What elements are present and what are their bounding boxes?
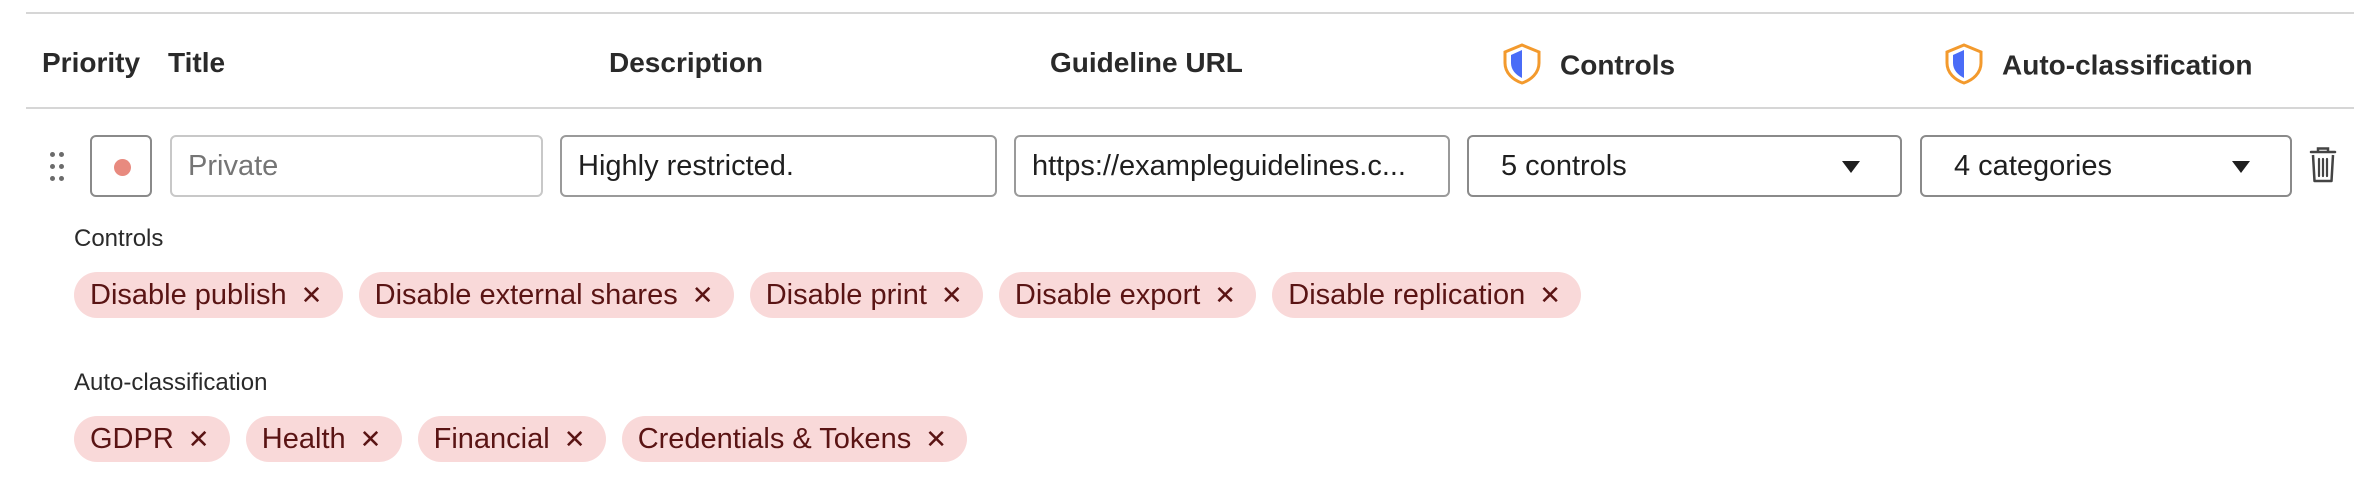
close-icon[interactable]: ✕ xyxy=(301,272,323,318)
column-header-auto-classification: Auto-classification xyxy=(1944,43,2253,88)
auto-classification-section-label: Auto-classification xyxy=(74,369,268,396)
close-icon[interactable]: ✕ xyxy=(692,272,714,318)
control-chip: Disable export ✕ xyxy=(998,272,1257,318)
category-chip: Health ✕ xyxy=(245,416,402,462)
category-chip: Credentials & Tokens ✕ xyxy=(621,416,968,462)
column-header-controls: Controls xyxy=(1502,43,1676,88)
title-input[interactable] xyxy=(170,135,543,197)
chip-label: Disable export xyxy=(1014,279,1201,311)
header-divider xyxy=(26,107,2354,109)
controls-select[interactable]: 5 controls xyxy=(1467,135,1902,197)
priority-dot xyxy=(114,159,131,176)
auto-classification-select[interactable]: 4 categories xyxy=(1920,135,2292,197)
close-icon[interactable]: ✕ xyxy=(360,416,382,462)
top-divider xyxy=(26,12,2354,14)
category-chip: GDPR ✕ xyxy=(74,416,230,462)
chip-label: Disable replication xyxy=(1288,279,1526,311)
close-icon[interactable]: ✕ xyxy=(1539,272,1561,318)
auto-classification-chip-list: GDPR ✕ Health ✕ Financial ✕ Credentials & T… xyxy=(74,416,968,462)
column-header-priority: Priority xyxy=(42,47,141,78)
controls-chip-list: Disable publish ✕ Disable external shares… xyxy=(74,272,1582,318)
close-icon[interactable]: ✕ xyxy=(564,416,586,462)
chip-label: Financial xyxy=(433,423,550,455)
shield-icon xyxy=(1945,43,1983,85)
close-icon[interactable]: ✕ xyxy=(188,416,210,462)
description-input[interactable]: Highly restricted. xyxy=(560,135,997,197)
caret-down-icon xyxy=(2232,161,2250,173)
control-chip: Disable replication ✕ xyxy=(1272,272,1582,318)
category-chip: Financial ✕ xyxy=(417,416,606,462)
close-icon[interactable]: ✕ xyxy=(941,272,963,318)
control-chip: Disable external shares ✕ xyxy=(358,272,734,318)
controls-select-value: 5 controls xyxy=(1501,150,1627,182)
auto-classification-header-label: Auto-classification xyxy=(2002,49,2253,81)
chip-label: GDPR xyxy=(90,423,174,455)
chip-label: Disable print xyxy=(765,279,927,311)
auto-select-value: 4 categories xyxy=(1954,150,2112,182)
close-icon[interactable]: ✕ xyxy=(925,416,947,462)
control-chip: Disable print ✕ xyxy=(749,272,983,318)
column-header-title: Title xyxy=(168,47,226,78)
chip-label: Health xyxy=(261,423,346,455)
chip-label: Disable publish xyxy=(90,279,287,311)
chip-label: Disable external shares xyxy=(374,279,678,311)
shield-icon xyxy=(1503,43,1541,85)
trash-icon[interactable] xyxy=(2308,146,2338,184)
control-chip: Disable publish ✕ xyxy=(74,272,343,318)
controls-header-label: Controls xyxy=(1560,49,1676,81)
guideline-url-input[interactable]: https://exampleguidelines.c... xyxy=(1014,135,1450,197)
column-header-guideline-url: Guideline URL xyxy=(1050,47,1243,78)
drag-handle-icon[interactable] xyxy=(48,150,66,184)
caret-down-icon xyxy=(1842,161,1860,173)
chip-label: Credentials & Tokens xyxy=(637,423,912,455)
controls-section-label: Controls xyxy=(74,225,164,252)
priority-color-button[interactable] xyxy=(90,135,152,197)
close-icon[interactable]: ✕ xyxy=(1214,272,1236,318)
column-header-description: Description xyxy=(609,47,764,78)
